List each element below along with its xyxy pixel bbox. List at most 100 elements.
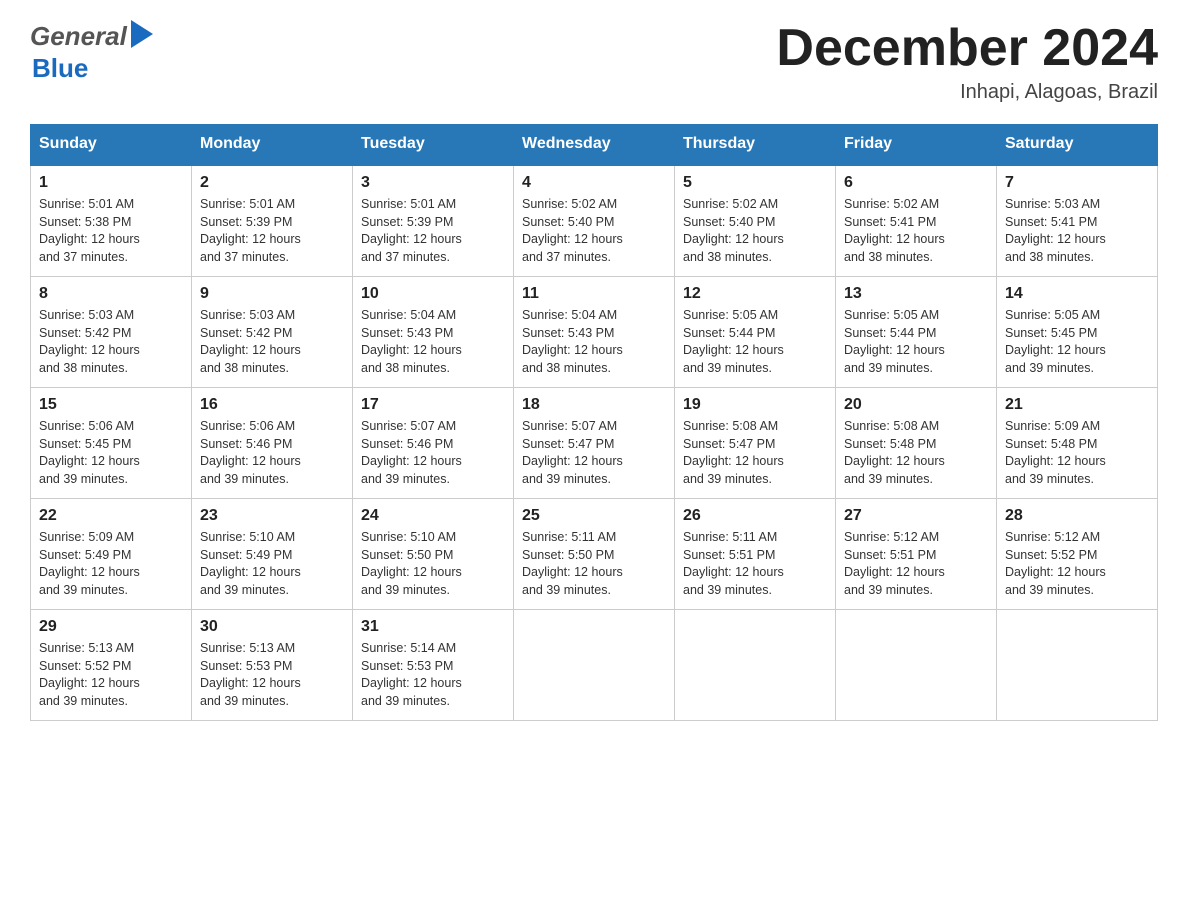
day-cell: 3Sunrise: 5:01 AMSunset: 5:39 PMDaylight… [353, 165, 514, 277]
calendar-title: December 2024 [776, 20, 1158, 77]
day-info: Sunrise: 5:02 AMSunset: 5:41 PMDaylight:… [844, 196, 988, 266]
day-info: Sunrise: 5:01 AMSunset: 5:39 PMDaylight:… [200, 196, 344, 266]
day-info: Sunrise: 5:04 AMSunset: 5:43 PMDaylight:… [522, 307, 666, 377]
day-info: Sunrise: 5:08 AMSunset: 5:47 PMDaylight:… [683, 418, 827, 488]
day-info: Sunrise: 5:01 AMSunset: 5:38 PMDaylight:… [39, 196, 183, 266]
day-number: 14 [1005, 285, 1149, 303]
day-cell: 8Sunrise: 5:03 AMSunset: 5:42 PMDaylight… [31, 277, 192, 388]
day-cell: 30 Sunrise: 5:13 AMSunset: 5:53 PMDayligh… [192, 610, 353, 721]
day-cell [836, 610, 997, 721]
day-number: 12 [683, 285, 827, 303]
day-info: Sunrise: 5:10 AMSunset: 5:50 PMDaylight:… [361, 529, 505, 599]
calendar-header: SundayMondayTuesdayWednesdayThursdayFrid… [31, 125, 1158, 165]
day-number: 21 [1005, 396, 1149, 414]
day-cell: 19Sunrise: 5:08 AMSunset: 5:47 PMDayligh… [675, 388, 836, 499]
day-info: Sunrise: 5:08 AMSunset: 5:48 PMDaylight:… [844, 418, 988, 488]
day-cell: 9 Sunrise: 5:03 AMSunset: 5:42 PMDaylight… [192, 277, 353, 388]
day-cell: 18 Sunrise: 5:07 AMSunset: 5:47 PMDayligh… [514, 388, 675, 499]
day-cell: 13 Sunrise: 5:05 AMSunset: 5:44 PMDayligh… [836, 277, 997, 388]
day-cell: 6Sunrise: 5:02 AMSunset: 5:41 PMDaylight… [836, 165, 997, 277]
day-cell: 31Sunrise: 5:14 AMSunset: 5:53 PMDayligh… [353, 610, 514, 721]
header-cell-wednesday: Wednesday [514, 125, 675, 165]
day-cell: 10Sunrise: 5:04 AMSunset: 5:43 PMDayligh… [353, 277, 514, 388]
day-number: 8 [39, 285, 183, 303]
day-cell: 27Sunrise: 5:12 AMSunset: 5:51 PMDayligh… [836, 499, 997, 610]
day-info: Sunrise: 5:09 AMSunset: 5:48 PMDaylight:… [1005, 418, 1149, 488]
day-info: Sunrise: 5:12 AMSunset: 5:52 PMDaylight:… [1005, 529, 1149, 599]
day-cell: 26 Sunrise: 5:11 AMSunset: 5:51 PMDayligh… [675, 499, 836, 610]
header-cell-thursday: Thursday [675, 125, 836, 165]
logo-blue-text: Blue [32, 53, 88, 83]
logo-blue-row: Blue [30, 53, 88, 84]
day-info: Sunrise: 5:13 AMSunset: 5:52 PMDaylight:… [39, 640, 183, 710]
logo-area: General Blue [30, 20, 153, 84]
day-cell: 29 Sunrise: 5:13 AMSunset: 5:52 PMDayligh… [31, 610, 192, 721]
day-cell: 24 Sunrise: 5:10 AMSunset: 5:50 PMDayligh… [353, 499, 514, 610]
logo-arrow-icon [131, 20, 153, 53]
day-cell: 25Sunrise: 5:11 AMSunset: 5:50 PMDayligh… [514, 499, 675, 610]
week-row-2: 8 Sunrise: 5:03 AMSunset: 5:42 PMDaylight… [31, 277, 1158, 388]
week-row-1: 1Sunrise: 5:01 AMSunset: 5:38 PMDaylight… [31, 165, 1158, 277]
day-number: 11 [522, 285, 666, 303]
day-cell [675, 610, 836, 721]
day-info: Sunrise: 5:03 AMSunset: 5:41 PMDaylight:… [1005, 196, 1149, 266]
day-number: 24 [361, 507, 505, 525]
logo-general-text: General [30, 21, 127, 52]
day-info: Sunrise: 5:05 AMSunset: 5:44 PMDaylight:… [683, 307, 827, 377]
day-number: 26 [683, 507, 827, 525]
day-cell: 12 Sunrise: 5:05 AMSunset: 5:44 PMDayligh… [675, 277, 836, 388]
day-cell: 4Sunrise: 5:02 AMSunset: 5:40 PMDaylight… [514, 165, 675, 277]
day-cell: 21 Sunrise: 5:09 AMSunset: 5:48 PMDayligh… [997, 388, 1158, 499]
header-cell-sunday: Sunday [31, 125, 192, 165]
day-info: Sunrise: 5:03 AMSunset: 5:42 PMDaylight:… [200, 307, 344, 377]
day-cell: 1Sunrise: 5:01 AMSunset: 5:38 PMDaylight… [31, 165, 192, 277]
day-cell: 7 Sunrise: 5:03 AMSunset: 5:41 PMDaylight… [997, 165, 1158, 277]
week-row-4: 22 Sunrise: 5:09 AMSunset: 5:49 PMDayligh… [31, 499, 1158, 610]
week-row-5: 29 Sunrise: 5:13 AMSunset: 5:52 PMDayligh… [31, 610, 1158, 721]
day-info: Sunrise: 5:07 AMSunset: 5:46 PMDaylight:… [361, 418, 505, 488]
week-row-3: 15Sunrise: 5:06 AMSunset: 5:45 PMDayligh… [31, 388, 1158, 499]
header-cell-tuesday: Tuesday [353, 125, 514, 165]
day-number: 18 [522, 396, 666, 414]
day-cell: 16 Sunrise: 5:06 AMSunset: 5:46 PMDayligh… [192, 388, 353, 499]
day-cell: 17 Sunrise: 5:07 AMSunset: 5:46 PMDayligh… [353, 388, 514, 499]
day-number: 10 [361, 285, 505, 303]
day-number: 29 [39, 618, 183, 636]
day-info: Sunrise: 5:13 AMSunset: 5:53 PMDaylight:… [200, 640, 344, 710]
day-number: 23 [200, 507, 344, 525]
day-number: 28 [1005, 507, 1149, 525]
day-cell: 22 Sunrise: 5:09 AMSunset: 5:49 PMDayligh… [31, 499, 192, 610]
day-number: 30 [200, 618, 344, 636]
day-info: Sunrise: 5:02 AMSunset: 5:40 PMDaylight:… [522, 196, 666, 266]
header-cell-saturday: Saturday [997, 125, 1158, 165]
day-number: 7 [1005, 174, 1149, 192]
day-info: Sunrise: 5:09 AMSunset: 5:49 PMDaylight:… [39, 529, 183, 599]
day-number: 2 [200, 174, 344, 192]
header-cell-monday: Monday [192, 125, 353, 165]
header-cell-friday: Friday [836, 125, 997, 165]
day-info: Sunrise: 5:05 AMSunset: 5:44 PMDaylight:… [844, 307, 988, 377]
day-cell [997, 610, 1158, 721]
day-number: 31 [361, 618, 505, 636]
day-info: Sunrise: 5:06 AMSunset: 5:46 PMDaylight:… [200, 418, 344, 488]
logo-wrapper: General [30, 20, 153, 53]
day-info: Sunrise: 5:11 AMSunset: 5:51 PMDaylight:… [683, 529, 827, 599]
day-info: Sunrise: 5:07 AMSunset: 5:47 PMDaylight:… [522, 418, 666, 488]
day-number: 22 [39, 507, 183, 525]
day-info: Sunrise: 5:06 AMSunset: 5:45 PMDaylight:… [39, 418, 183, 488]
day-info: Sunrise: 5:10 AMSunset: 5:49 PMDaylight:… [200, 529, 344, 599]
day-number: 5 [683, 174, 827, 192]
day-number: 13 [844, 285, 988, 303]
day-cell: 20Sunrise: 5:08 AMSunset: 5:48 PMDayligh… [836, 388, 997, 499]
day-number: 17 [361, 396, 505, 414]
title-area: December 2024 Inhapi, Alagoas, Brazil [776, 20, 1158, 104]
day-cell: 23 Sunrise: 5:10 AMSunset: 5:49 PMDayligh… [192, 499, 353, 610]
day-cell: 28 Sunrise: 5:12 AMSunset: 5:52 PMDayligh… [997, 499, 1158, 610]
day-number: 9 [200, 285, 344, 303]
day-info: Sunrise: 5:02 AMSunset: 5:40 PMDaylight:… [683, 196, 827, 266]
day-cell: 11 Sunrise: 5:04 AMSunset: 5:43 PMDayligh… [514, 277, 675, 388]
day-info: Sunrise: 5:12 AMSunset: 5:51 PMDaylight:… [844, 529, 988, 599]
day-number: 16 [200, 396, 344, 414]
day-cell: 15Sunrise: 5:06 AMSunset: 5:45 PMDayligh… [31, 388, 192, 499]
day-cell: 5 Sunrise: 5:02 AMSunset: 5:40 PMDaylight… [675, 165, 836, 277]
